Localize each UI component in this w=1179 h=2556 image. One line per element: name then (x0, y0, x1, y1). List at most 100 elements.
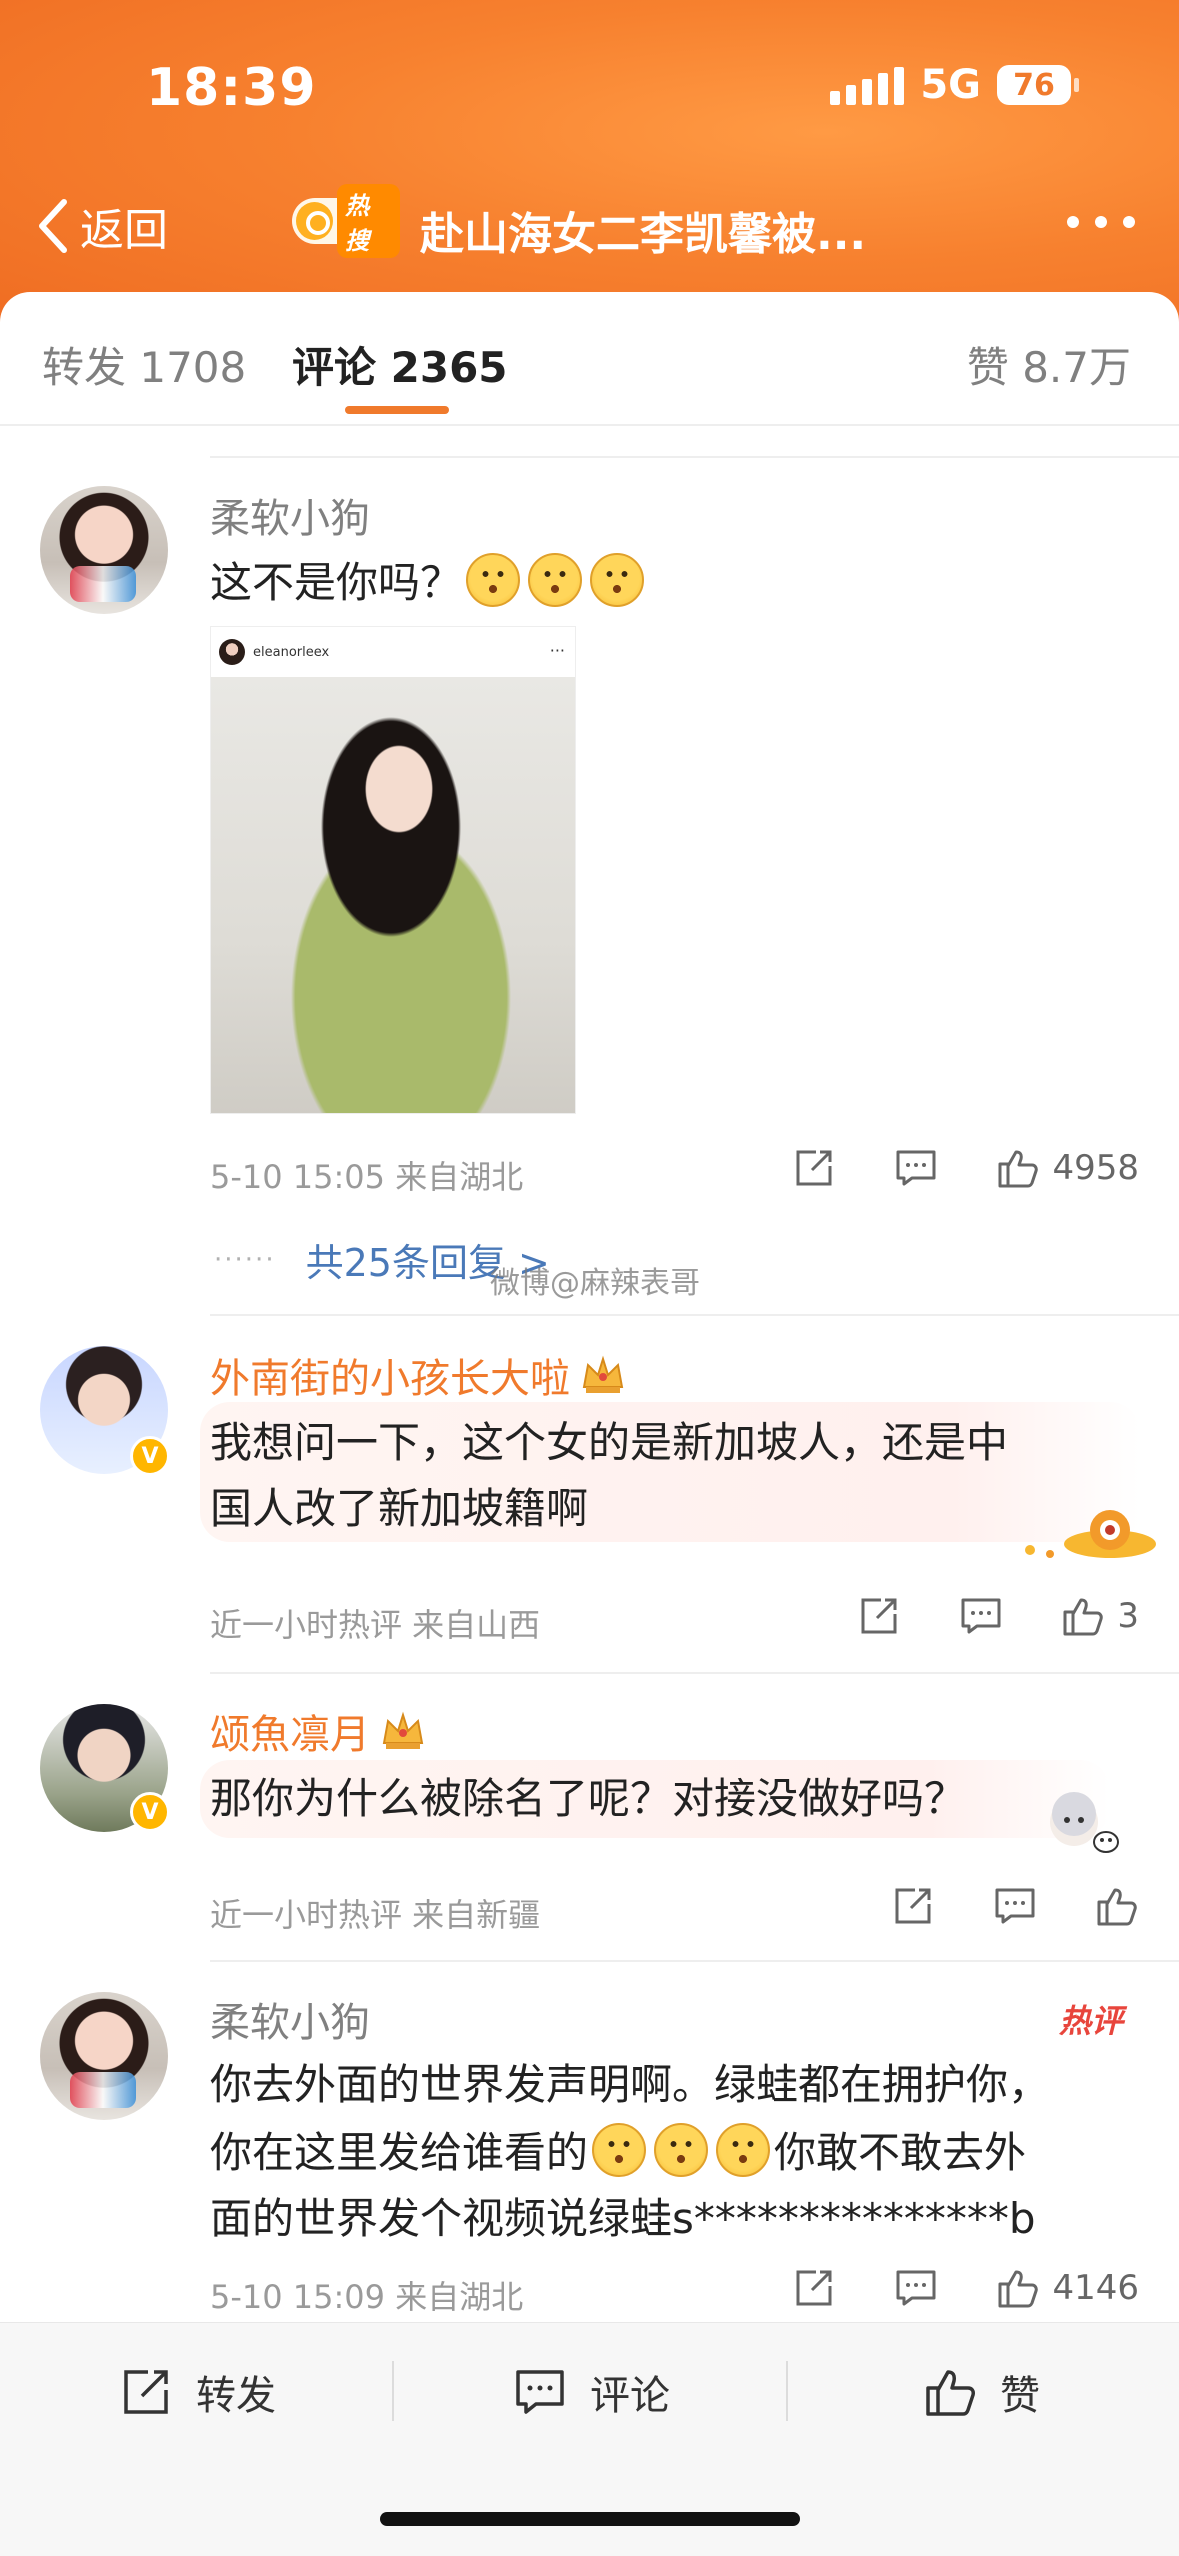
comment-username[interactable]: 柔软小狗 (210, 1990, 370, 2048)
avatar (219, 639, 245, 665)
comment-meta: 5-10 15:05 来自湖北 (210, 1158, 524, 1196)
image-header: eleanorleex ··· (211, 627, 575, 677)
comment-meta: 近一小时热评 来自山西 (210, 1606, 541, 1644)
nav-bar: 返回 热搜 赴山海女二李凯馨被... (0, 180, 1179, 270)
crown-icon (580, 1355, 626, 1395)
hot-comment-badge: 热评 (1058, 2002, 1123, 2040)
thumbs-up-icon (926, 2370, 975, 2416)
share-icon (796, 2270, 832, 2306)
like-button[interactable]: 4146 (996, 2266, 1139, 2310)
avatar[interactable] (40, 486, 168, 614)
avatar[interactable] (40, 1992, 168, 2120)
active-tab-indicator (345, 406, 449, 414)
comment-username[interactable]: 柔软小狗 (210, 486, 370, 544)
shocked-emoji-icon (466, 553, 521, 607)
divider (210, 1314, 1179, 1316)
username-label: 外南街的小孩长大啦 (210, 1356, 570, 1402)
comment-button[interactable]: 评论 (512, 2363, 670, 2421)
thumbs-up-icon (998, 2270, 1039, 2308)
hot-search-badge[interactable]: 热搜 (292, 184, 400, 258)
image-caption: eleanorleex (253, 644, 330, 660)
battery-level: 76 (1013, 67, 1055, 103)
status-bar-right: 5G 76 (830, 62, 1079, 108)
like-label: 赞 (1000, 2373, 1040, 2419)
page-title[interactable]: 赴山海女二李凯馨被... (420, 198, 866, 262)
share-icon (895, 1888, 931, 1924)
comment-actions (833, 1884, 1139, 1928)
status-time: 18:39 (146, 58, 317, 118)
tab-repost[interactable]: 转发 1708 (42, 334, 246, 395)
comment-text-content: 这不是你吗？ (210, 558, 463, 607)
comment-text-line: 面的世界发个视频说绿蛙s***************b (210, 2194, 1036, 2243)
username-label: 颂魚凛月 (210, 1712, 370, 1758)
comment-text-line: 你去外面的世界发声明啊。绿蛙都在拥护你， (210, 2060, 1051, 2109)
separator (392, 2361, 394, 2421)
comment-text-line: 那你为什么被除名了呢？对接没做好吗？ (210, 1774, 967, 1823)
reply-button[interactable] (894, 1146, 938, 1190)
thinking-emoji-icon (654, 2123, 709, 2177)
more-options-icon[interactable] (1067, 216, 1135, 228)
comment-text: 这不是你吗？ (210, 550, 648, 616)
comment-icon (995, 1888, 1035, 1924)
comment-username[interactable]: 颂魚凛月 (210, 1702, 426, 1760)
thumbs-up-icon (1063, 1598, 1104, 1636)
more-icon: ··· (549, 641, 565, 660)
reply-button[interactable] (993, 1884, 1037, 1928)
share-button[interactable] (891, 1884, 935, 1928)
shocked-emoji-icon (528, 553, 583, 607)
home-indicator[interactable] (380, 2512, 800, 2526)
repost-button[interactable]: 转发 (118, 2363, 276, 2421)
like-button[interactable] (1095, 1884, 1139, 1928)
battery-icon: 76 (997, 65, 1079, 105)
comment-text-part: 你敢不敢去外 (774, 2128, 1027, 2177)
photo (211, 677, 575, 1113)
back-label: 返回 (80, 205, 168, 256)
thumbs-up-icon (1097, 1888, 1137, 1926)
verified-badge-icon: V (130, 1792, 170, 1832)
comment-icon (896, 2270, 936, 2306)
share-icon (124, 2370, 168, 2414)
reply-button[interactable] (959, 1594, 1003, 1638)
tab-bar: 转发 1708 评论 2365 赞 8.7万 (0, 292, 1179, 422)
comment-text-part: 你在这里发给谁看的 (210, 2128, 589, 2177)
comment-text-line: 国人改了新加坡籍啊 (210, 1484, 589, 1533)
repost-label: 转发 (196, 2373, 276, 2419)
thinking-emoji-icon (592, 2123, 647, 2177)
crown-icon (380, 1711, 426, 1751)
thinking-emoji-icon (716, 2123, 771, 2177)
network-type: 5G (920, 62, 981, 108)
like-count: 3 (1117, 1596, 1139, 1636)
comment-text-line: 我想问一下，这个女的是新加坡人，还是中 (210, 1418, 1009, 1467)
comment-actions: 3 (799, 1594, 1139, 1638)
header: 18:39 5G 76 返回 热搜 赴山海女二李凯馨被... (0, 0, 1179, 330)
like-button[interactable]: 3 (1061, 1594, 1139, 1638)
reply-button[interactable] (894, 2266, 938, 2310)
like-count: 4958 (1052, 1148, 1139, 1188)
watermark: 微博@麻辣表哥 (490, 1266, 700, 1301)
replies-dots: ······ (214, 1244, 276, 1275)
comment-icon (896, 1150, 936, 1186)
comment-icon (961, 1598, 1001, 1634)
back-button[interactable]: 返回 (34, 194, 168, 258)
comment-username[interactable]: 外南街的小孩长大啦 (210, 1346, 626, 1404)
verified-badge-icon: V (130, 1436, 170, 1476)
comment-image[interactable]: eleanorleex ··· (210, 626, 576, 1114)
divider (210, 456, 1179, 458)
chevron-left-icon (39, 199, 67, 253)
tab-comments[interactable]: 评论 2365 (292, 334, 508, 395)
divider (0, 424, 1179, 426)
bubble-decoration-icon (1040, 1784, 1124, 1860)
bubble-decoration-icon (1010, 1504, 1160, 1564)
tab-likes[interactable]: 赞 8.7万 (967, 334, 1131, 395)
separator (786, 2361, 788, 2421)
share-button[interactable] (857, 1594, 901, 1638)
comment-actions: 4146 (734, 2266, 1139, 2310)
share-button[interactable] (792, 1146, 836, 1190)
like-button[interactable]: 赞 (922, 2363, 1040, 2421)
divider (210, 1960, 1179, 1962)
comment-text-line: 你在这里发给谁看的 你敢不敢去外 (210, 2120, 1026, 2186)
share-icon (796, 1150, 832, 1186)
signal-icon (830, 65, 905, 105)
share-button[interactable] (792, 2266, 836, 2310)
like-button[interactable]: 4958 (996, 1146, 1139, 1190)
